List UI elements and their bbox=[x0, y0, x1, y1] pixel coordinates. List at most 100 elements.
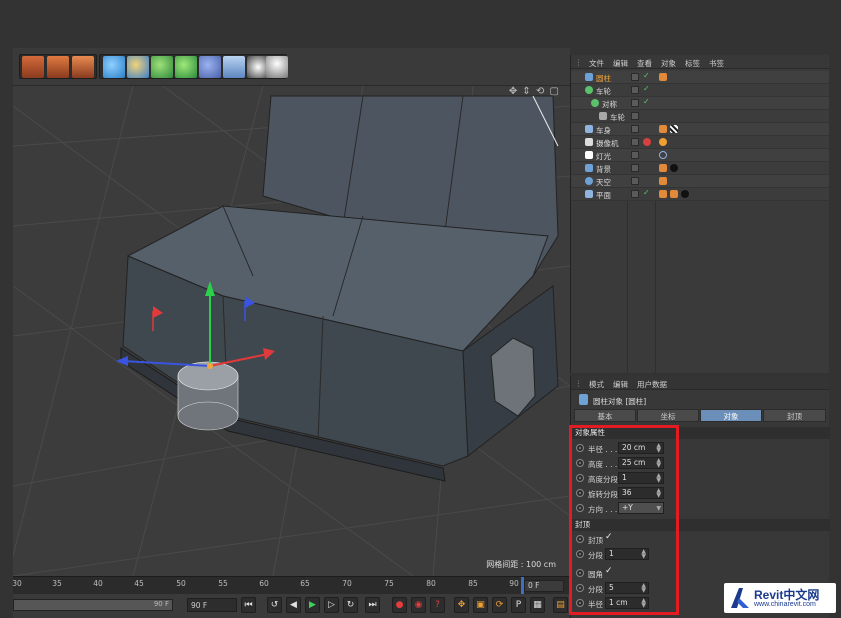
menu-user-data[interactable]: 用户数据 bbox=[637, 379, 667, 390]
tab-basic[interactable]: 基本 bbox=[574, 409, 636, 422]
parameter-key-icon[interactable]: P bbox=[511, 597, 526, 613]
phong-tag-icon[interactable] bbox=[659, 190, 667, 198]
pla-key-icon[interactable]: ▦ bbox=[530, 597, 545, 613]
list-item[interactable]: 天空 bbox=[571, 175, 829, 188]
spinner-icon[interactable]: ▲ ▼ bbox=[656, 473, 661, 484]
fillet-segments-field[interactable]: 5 ▲ ▼ bbox=[605, 582, 649, 594]
visibility-toggle[interactable] bbox=[631, 151, 639, 159]
menu-objects[interactable]: 对象 bbox=[661, 58, 676, 69]
timeline-window-icon[interactable]: ▤ bbox=[553, 597, 568, 613]
visibility-toggle[interactable] bbox=[631, 177, 639, 185]
pen-icon[interactable] bbox=[127, 56, 149, 78]
animate-radio[interactable] bbox=[576, 535, 584, 543]
panel-grip-icon[interactable]: ⋮ bbox=[575, 379, 583, 388]
menu-bookmarks[interactable]: 书签 bbox=[709, 58, 724, 69]
play-icon[interactable]: ▶ bbox=[305, 597, 320, 613]
animate-radio[interactable] bbox=[576, 569, 584, 577]
menu-view[interactable]: 查看 bbox=[637, 58, 652, 69]
compositing-tag-icon[interactable] bbox=[670, 190, 678, 198]
menu-mode[interactable]: 模式 bbox=[589, 379, 604, 390]
spinner-icon[interactable]: ▲ ▼ bbox=[641, 549, 646, 560]
spinner-icon[interactable]: ▲ ▼ bbox=[641, 583, 646, 594]
spinner-icon[interactable]: ▲ ▼ bbox=[641, 598, 646, 609]
list-item[interactable]: 对称 ✓ bbox=[571, 97, 829, 110]
material-tag-icon[interactable] bbox=[670, 125, 678, 133]
list-item[interactable]: 圆柱 ✓ bbox=[571, 71, 829, 84]
animate-radio[interactable] bbox=[576, 489, 584, 497]
disabled-x-icon[interactable] bbox=[643, 138, 651, 146]
panel-grip-icon[interactable]: ⋮ bbox=[575, 58, 583, 67]
render-picture-viewer-icon[interactable] bbox=[47, 56, 69, 78]
rotation-segments-field[interactable]: 36 ▲ ▼ bbox=[618, 487, 664, 499]
animate-radio[interactable] bbox=[576, 584, 584, 592]
autokey-icon[interactable]: ◉ bbox=[411, 597, 426, 613]
animate-radio[interactable] bbox=[576, 550, 584, 558]
go-to-start-icon[interactable]: ⏮ bbox=[241, 597, 256, 613]
visibility-toggle[interactable] bbox=[631, 86, 639, 94]
spinner-icon[interactable]: ▲ ▼ bbox=[656, 458, 661, 469]
floor-icon[interactable] bbox=[223, 56, 245, 78]
animate-radio[interactable] bbox=[576, 474, 584, 482]
visibility-toggle[interactable] bbox=[631, 138, 639, 146]
cube-icon[interactable] bbox=[103, 56, 125, 78]
menu-tags[interactable]: 标签 bbox=[685, 58, 700, 69]
enabled-check-icon[interactable]: ✓ bbox=[643, 188, 650, 197]
visibility-toggle[interactable] bbox=[631, 125, 639, 133]
animate-radio[interactable] bbox=[576, 444, 584, 452]
spinner-icon[interactable]: ▲ ▼ bbox=[656, 443, 661, 454]
scale-key-icon[interactable]: ▣ bbox=[473, 597, 488, 613]
3d-viewport[interactable]: ✥ ⇕ ⟲ ▢ 网格间距 : 100 cm bbox=[13, 86, 570, 576]
list-item[interactable]: 平面 ✓ bbox=[571, 188, 829, 201]
compositing-tag-icon[interactable] bbox=[659, 177, 667, 185]
deformer-icon[interactable] bbox=[199, 56, 221, 78]
orientation-dropdown[interactable]: +Y ▼ bbox=[618, 502, 664, 514]
spinner-icon[interactable]: ▲ ▼ bbox=[656, 488, 661, 499]
tab-coordinates[interactable]: 坐标 bbox=[637, 409, 699, 422]
animate-radio[interactable] bbox=[576, 599, 584, 607]
cloner-icon[interactable] bbox=[175, 56, 197, 78]
phong-tag-icon[interactable] bbox=[659, 73, 667, 81]
visibility-toggle[interactable] bbox=[631, 190, 639, 198]
tab-caps[interactable]: 封顶 bbox=[763, 409, 826, 422]
list-item[interactable]: 灯光 bbox=[571, 149, 829, 162]
material-tag-icon[interactable] bbox=[681, 190, 689, 198]
subdivision-icon[interactable] bbox=[151, 56, 173, 78]
tab-object[interactable]: 对象 bbox=[700, 409, 762, 422]
visibility-toggle[interactable] bbox=[631, 73, 639, 81]
menu-edit[interactable]: 编辑 bbox=[613, 58, 628, 69]
next-key-icon[interactable]: ↻ bbox=[343, 597, 358, 613]
keyframe-selection-icon[interactable]: ? bbox=[430, 597, 445, 613]
height-segments-field[interactable]: 1 ▲ ▼ bbox=[618, 472, 664, 484]
enabled-check-icon[interactable]: ✓ bbox=[643, 84, 650, 93]
animate-radio[interactable] bbox=[576, 504, 584, 512]
menu-file[interactable]: 文件 bbox=[589, 58, 604, 69]
previous-key-icon[interactable]: ↺ bbox=[267, 597, 282, 613]
timeline-ruler[interactable]: 30 35 40 45 50 55 60 65 70 75 80 85 90 0… bbox=[12, 576, 570, 595]
enabled-check-icon[interactable]: ✓ bbox=[643, 71, 650, 80]
visibility-toggle[interactable] bbox=[631, 112, 639, 120]
menu-edit[interactable]: 编辑 bbox=[613, 379, 628, 390]
go-to-end-icon[interactable]: ⏭ bbox=[365, 597, 380, 613]
list-item[interactable]: 车身 bbox=[571, 123, 829, 136]
caps-checkbox[interactable]: ✓ bbox=[605, 532, 613, 542]
list-item[interactable]: 车轮 bbox=[571, 110, 829, 123]
position-key-icon[interactable]: ✥ bbox=[454, 597, 469, 613]
fillet-checkbox[interactable]: ✓ bbox=[605, 566, 613, 576]
material-tag-icon[interactable] bbox=[670, 164, 678, 172]
radius-field[interactable]: 20 cm ▲ ▼ bbox=[618, 442, 664, 454]
list-item[interactable]: 摄像机 bbox=[571, 136, 829, 149]
visibility-toggle[interactable] bbox=[631, 164, 639, 172]
render-view-icon[interactable] bbox=[22, 56, 44, 78]
end-frame-field[interactable]: 90 F bbox=[187, 598, 237, 612]
list-item[interactable]: 车轮 ✓ bbox=[571, 84, 829, 97]
list-item[interactable]: 背景 bbox=[571, 162, 829, 175]
fillet-radius-field[interactable]: 1 cm ▲ ▼ bbox=[605, 597, 649, 609]
phong-tag-icon[interactable] bbox=[659, 125, 667, 133]
current-frame-field[interactable]: 0 F bbox=[524, 580, 564, 592]
cap-segments-field[interactable]: 1 ▲ ▼ bbox=[605, 548, 649, 560]
light-icon[interactable] bbox=[266, 56, 288, 78]
visibility-toggle[interactable] bbox=[631, 99, 639, 107]
viewport-navigation-icons[interactable]: ✥ ⇕ ⟲ ▢ bbox=[509, 86, 560, 97]
animate-radio[interactable] bbox=[576, 459, 584, 467]
previous-frame-icon[interactable]: ◀ bbox=[286, 597, 301, 613]
